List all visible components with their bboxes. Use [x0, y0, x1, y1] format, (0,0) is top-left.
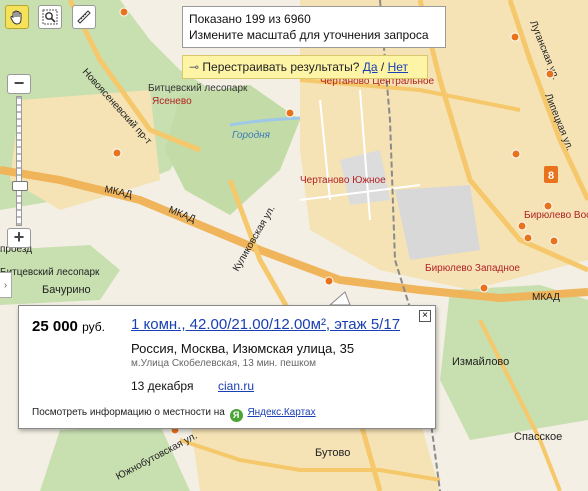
zoom-out-button[interactable]: −	[7, 74, 31, 94]
map-label-biryulevo-zap: Бирюлево Западное	[425, 263, 520, 274]
listing-popup: 25 000 руб. 1 комн., 42.00/21.00/12.00м²…	[18, 305, 436, 429]
listing-price: 25 000 руб.	[32, 318, 105, 335]
map-label-yasenevo: Ясенево	[152, 96, 192, 107]
cluster-count: 8	[548, 170, 554, 182]
rearrange-no-link[interactable]: Нет	[388, 60, 408, 74]
listing-source-link[interactable]: cian.ru	[218, 379, 254, 393]
map-marker[interactable]	[549, 236, 559, 246]
map-marker[interactable]	[543, 201, 553, 211]
price-currency: руб.	[82, 320, 105, 334]
map-marker[interactable]	[545, 69, 555, 79]
rearrange-separator: /	[380, 60, 385, 74]
close-icon[interactable]: ×	[419, 310, 431, 322]
map-label-biryulevo-vost: Бирюлево Вос	[524, 210, 588, 221]
zoom-slider-thumb[interactable]	[12, 181, 28, 191]
result-count-text: Показано 199 из 6960	[189, 12, 311, 26]
map-label-bachurino: Бачурино	[42, 284, 91, 296]
map-label-chertanovo-south: Чертаново Южное	[300, 175, 386, 186]
yandex-maps-link[interactable]: Яндекс.Картах	[247, 407, 315, 418]
zoom-box-tool-button[interactable]	[38, 5, 62, 29]
zoom-box-icon	[42, 9, 58, 25]
listing-footer: Посмотреть информацию о местности на Я Я…	[32, 407, 316, 422]
map-marker[interactable]	[511, 149, 521, 159]
map-label-gorodnya: Городня	[232, 130, 271, 141]
rearrange-yes-link[interactable]: Да	[363, 60, 378, 74]
industrial-area	[395, 185, 480, 260]
footer-text: Посмотреть информацию о местности на	[32, 407, 225, 418]
map-marker[interactable]	[285, 108, 295, 118]
rearrange-prompt: ⊸ Перестраивать результаты? Да / Нет	[182, 55, 428, 79]
map-label-izmaylovo: Измайлово	[452, 356, 509, 368]
map-marker[interactable]	[324, 276, 334, 286]
map-label-butovo: Бутово	[315, 447, 350, 459]
listing-date: 13 декабря	[131, 379, 194, 393]
map-marker[interactable]	[510, 32, 520, 42]
zoom-control: − +	[7, 74, 31, 250]
map-label-spasskoe: Спасское	[514, 431, 562, 443]
ruler-tool-button[interactable]	[72, 5, 96, 29]
map-label-mkad-3: МКАД	[532, 292, 560, 303]
map-marker[interactable]	[119, 7, 129, 17]
map-marker[interactable]	[479, 283, 489, 293]
listing-title-link[interactable]: 1 комн., 42.00/21.00/12.00м², этаж 5/17	[131, 316, 400, 333]
map-marker[interactable]	[112, 148, 122, 158]
cluster-marker[interactable]: 8	[544, 166, 558, 183]
map-marker[interactable]	[523, 233, 533, 243]
yandex-maps-icon: Я	[229, 409, 243, 422]
listing-metro: м.Улица Скобелевская, 13 мин. пешком	[131, 358, 317, 369]
map-label-bitsa-park2: Битцевский лесопарк	[0, 267, 100, 278]
rearrange-question: Перестраивать результаты?	[202, 60, 360, 74]
zoom-hint-text: Измените масштаб для уточнения запроса	[189, 28, 429, 42]
hand-icon	[10, 10, 22, 25]
price-value: 25 000	[32, 318, 78, 335]
zoom-slider-track[interactable]	[12, 96, 28, 226]
map-marker[interactable]	[517, 221, 527, 231]
zoom-in-button[interactable]: +	[7, 228, 31, 248]
pin-icon: ⊸	[189, 60, 200, 74]
listing-address: Россия, Москва, Изюмская улица, 35	[131, 341, 355, 356]
hand-tool-button[interactable]	[5, 5, 29, 29]
ruler-icon	[77, 10, 91, 24]
result-count-box: Показано 199 из 6960 Измените масштаб дл…	[182, 6, 446, 48]
map-label-bitsa-park: Битцевский лесопарк	[148, 83, 248, 94]
side-panel-toggle[interactable]: ›	[0, 272, 12, 298]
